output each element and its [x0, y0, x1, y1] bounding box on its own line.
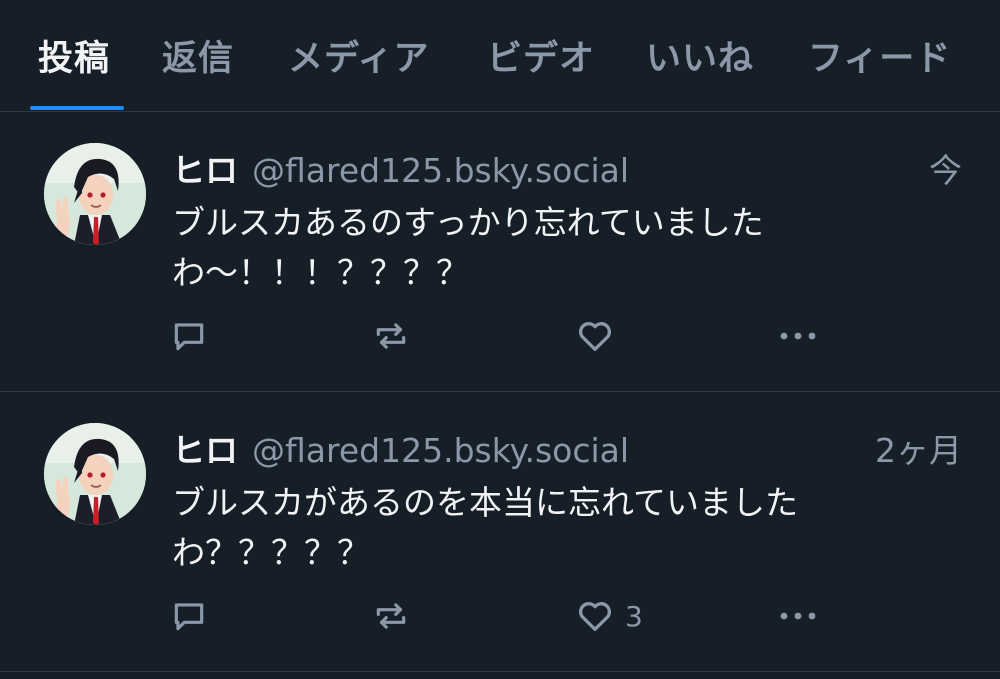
- tab-media[interactable]: メディア: [288, 30, 430, 81]
- tab-videos[interactable]: ビデオ: [487, 30, 595, 81]
- post-timestamp[interactable]: 2ヶ月: [875, 424, 962, 472]
- more-options-button[interactable]: [776, 596, 820, 636]
- ellipsis-icon: [776, 596, 820, 636]
- user-handle[interactable]: @flared125.bsky.social: [252, 431, 629, 470]
- repost-arrows-icon: [372, 597, 410, 635]
- post-text: ブルスカがあるのを本当に忘れていましたわ？？？？？: [172, 483, 799, 572]
- heart-icon: [575, 596, 615, 636]
- tab-likes[interactable]: いいね: [646, 30, 754, 81]
- avatar[interactable]: [44, 143, 146, 245]
- active-tab-indicator: [30, 106, 124, 110]
- speech-bubble-icon: [170, 597, 208, 635]
- more-options-button[interactable]: [776, 316, 820, 356]
- reply-button[interactable]: [170, 596, 208, 636]
- post-header: ヒロ @flared125.bsky.social: [172, 144, 629, 192]
- heart-icon: [575, 316, 615, 356]
- like-count: 3: [625, 599, 643, 633]
- ellipsis-icon: [776, 316, 820, 356]
- repost-arrows-icon: [372, 317, 410, 355]
- post-header: ヒロ @flared125.bsky.social: [172, 424, 629, 472]
- post-text: ブルスカあるのすっかり忘れていましたわ〜！！！？？？？: [172, 203, 764, 292]
- feed-post[interactable]: ヒロ @flared125.bsky.social 今 ブルスカあるのすっかり忘れ…: [0, 112, 1000, 392]
- tab-replies[interactable]: 返信: [162, 30, 234, 81]
- like-button[interactable]: 3: [575, 596, 643, 636]
- repost-button[interactable]: [372, 596, 410, 636]
- feed-post[interactable]: ヒロ @flared125.bsky.social 2ヶ月 ブルスカがあるのを本当…: [0, 392, 1000, 672]
- avatar[interactable]: [44, 423, 146, 525]
- repost-button[interactable]: [372, 316, 410, 356]
- display-name[interactable]: ヒロ: [172, 151, 238, 190]
- speech-bubble-icon: [170, 317, 208, 355]
- reply-button[interactable]: [170, 316, 208, 356]
- display-name[interactable]: ヒロ: [172, 431, 238, 470]
- post-timestamp[interactable]: 今: [929, 144, 962, 192]
- profile-tab-bar: 投稿 返信 メディア ビデオ いいね フィード: [0, 0, 1000, 112]
- tab-posts[interactable]: 投稿: [38, 30, 110, 81]
- user-handle[interactable]: @flared125.bsky.social: [252, 151, 629, 190]
- like-button[interactable]: [575, 316, 625, 356]
- tab-feeds[interactable]: フィード: [808, 30, 951, 81]
